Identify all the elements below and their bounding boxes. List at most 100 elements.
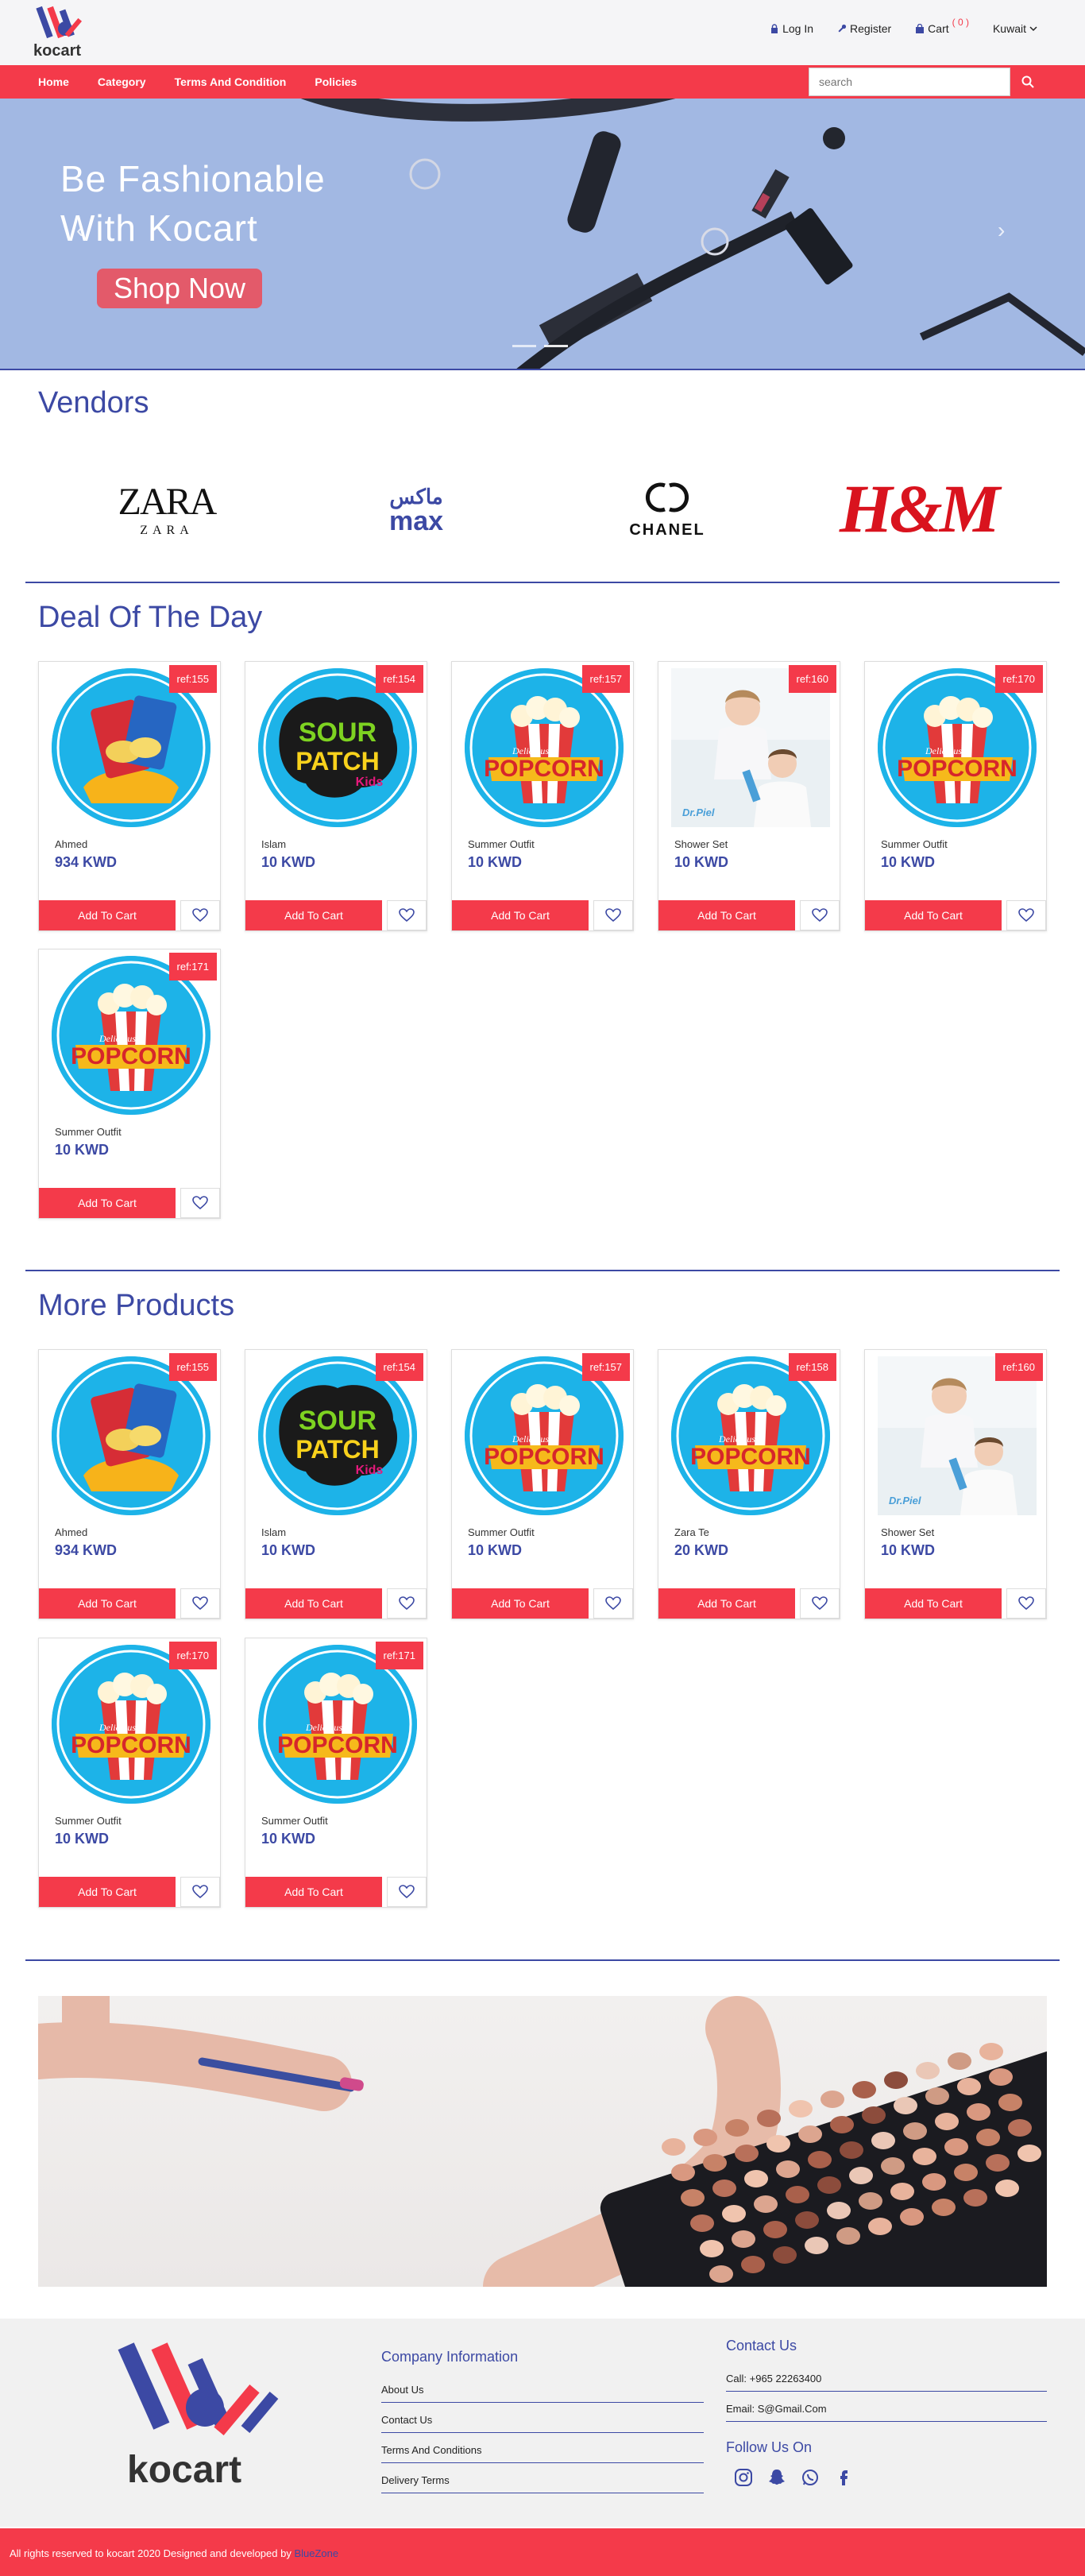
product-card[interactable]: POPCORN Delicious ref:158 Zara Te 20 KWD Add … — [658, 1349, 840, 1619]
vendor-hm[interactable]: H&M — [831, 461, 1006, 556]
product-card[interactable]: POPCORN Delicious ref:157 Summer Outfit 10 K… — [451, 1349, 634, 1619]
wishlist-button[interactable] — [593, 1588, 633, 1619]
product-name[interactable]: Zara Te — [674, 1526, 709, 1538]
kocart-logo[interactable]: kocart — [25, 3, 102, 60]
footer-link-terms[interactable]: Terms And Conditions — [381, 2444, 704, 2463]
add-to-cart-button[interactable]: Add To Cart — [865, 1588, 1002, 1619]
lock-icon — [771, 24, 778, 33]
carousel-next-arrow[interactable]: › — [998, 218, 1005, 243]
product-name[interactable]: Islam — [261, 1526, 286, 1538]
nav-item-terms[interactable]: Terms And Condition — [175, 75, 287, 88]
product-card[interactable]: ref:155 Ahmed 934 KWD Add To Cart — [38, 1349, 221, 1619]
product-card[interactable]: Dr.Piel ref:160 Shower Set 10 KWD Add To Car… — [864, 1349, 1047, 1619]
country-dropdown[interactable]: Kuwait — [993, 22, 1037, 35]
product-name[interactable]: Summer Outfit — [468, 838, 535, 850]
product-card[interactable]: POPCORN Delicious ref:170 Summer Outfit 10 K… — [38, 1638, 221, 1908]
product-price: 10 KWD — [468, 854, 523, 870]
product-name[interactable]: Summer Outfit — [55, 1126, 122, 1138]
register-link[interactable]: Register — [837, 22, 891, 35]
add-to-cart-button[interactable]: Add To Cart — [452, 1588, 589, 1619]
vendor-chanel-label: CHANEL — [629, 521, 705, 539]
product-card[interactable]: POPCORN Delicious ref:171 Summer Outfit 10 K… — [245, 1638, 427, 1908]
shop-now-button[interactable]: Shop Now — [97, 269, 262, 308]
svg-text:Delicious: Delicious — [512, 745, 549, 756]
nav-item-policies[interactable]: Policies — [315, 75, 357, 88]
product-price: 10 KWD — [674, 854, 729, 870]
add-to-cart-button[interactable]: Add To Cart — [658, 900, 795, 930]
whatsapp-icon[interactable] — [801, 2468, 820, 2487]
product-card[interactable]: POPCORN Delicious ref:171 Summer Outfit 10 K… — [38, 949, 221, 1219]
add-to-cart-button[interactable]: Add To Cart — [39, 1588, 176, 1619]
search-input[interactable] — [809, 68, 1010, 96]
wishlist-button[interactable] — [180, 1588, 220, 1619]
kocart-footer-logo[interactable]: kocart — [111, 2334, 286, 2493]
add-to-cart-button[interactable]: Add To Cart — [865, 900, 1002, 930]
footer-brand-text: kocart — [127, 2449, 241, 2491]
footer-phone[interactable]: Call: +965 22263400 — [726, 2373, 1047, 2392]
chevron-down-icon — [1029, 26, 1037, 32]
instagram-icon[interactable] — [734, 2468, 753, 2487]
add-to-cart-button[interactable]: Add To Cart — [452, 900, 589, 930]
product-ref-badge: ref:155 — [168, 665, 217, 693]
product-card[interactable]: ref:155 Ahmed 934 KWD Add To Cart — [38, 661, 221, 931]
product-price: 934 KWD — [55, 1542, 118, 1558]
product-name[interactable]: Shower Set — [881, 1526, 934, 1538]
product-name[interactable]: Islam — [261, 838, 286, 850]
wishlist-button[interactable] — [180, 1188, 220, 1218]
product-card[interactable]: SOUR PATCH Kids ref:154 Islam 10 KWD Add To Ca… — [245, 1349, 427, 1619]
add-to-cart-button[interactable]: Add To Cart — [39, 900, 176, 930]
add-to-cart-button[interactable]: Add To Cart — [39, 1188, 176, 1218]
facebook-icon[interactable] — [834, 2468, 853, 2487]
footer-link-delivery[interactable]: Delivery Terms — [381, 2474, 704, 2493]
nav-item-home[interactable]: Home — [38, 75, 69, 88]
product-card[interactable]: Dr.Piel ref:160 Shower Set 10 KWD Add To Car… — [658, 661, 840, 931]
wishlist-button[interactable] — [180, 900, 220, 930]
vendor-max-label: max — [388, 505, 444, 536]
vendor-chanel[interactable]: CHANEL — [580, 461, 755, 556]
product-name[interactable]: Summer Outfit — [468, 1526, 535, 1538]
wishlist-button[interactable] — [800, 900, 840, 930]
product-price: 10 KWD — [881, 1542, 936, 1558]
wishlist-button[interactable] — [387, 1588, 427, 1619]
wishlist-button[interactable] — [800, 1588, 840, 1619]
product-name[interactable]: Summer Outfit — [55, 1815, 122, 1827]
wishlist-button[interactable] — [1006, 900, 1046, 930]
login-link[interactable]: Log In — [770, 22, 813, 35]
add-to-cart-button[interactable]: Add To Cart — [245, 1588, 382, 1619]
snapchat-icon[interactable] — [767, 2468, 786, 2487]
cart-label: Cart — [928, 22, 949, 35]
product-card[interactable]: SOUR PATCH Kids ref:154 Islam 10 KWD Add To Ca… — [245, 661, 427, 931]
wishlist-button[interactable] — [1006, 1588, 1046, 1619]
footer-link-contact[interactable]: Contact Us — [381, 2414, 704, 2433]
carousel-prev-arrow[interactable]: ‹ — [76, 218, 83, 243]
product-name[interactable]: Summer Outfit — [261, 1815, 328, 1827]
wishlist-button[interactable] — [387, 1877, 427, 1907]
makeup-promo-banner[interactable] — [38, 1996, 1047, 2287]
site-footer: kocart Company Information About Us Cont… — [0, 2319, 1085, 2527]
product-card[interactable]: POPCORN Delicious ref:170 Summer Outfit 10 K… — [864, 661, 1047, 931]
search-button[interactable] — [1014, 70, 1042, 94]
cart-link[interactable]: Cart ( 0 ) — [915, 17, 969, 35]
product-name[interactable]: Ahmed — [55, 838, 87, 850]
vendor-max[interactable]: ماكس max — [329, 461, 504, 556]
add-to-cart-button[interactable]: Add To Cart — [245, 1877, 382, 1907]
footer-link-about[interactable]: About Us — [381, 2384, 704, 2403]
wishlist-button[interactable] — [593, 900, 633, 930]
product-price: 10 KWD — [261, 1831, 316, 1847]
makeup-palette-illustration — [38, 1996, 1047, 2287]
add-to-cart-button[interactable]: Add To Cart — [245, 900, 382, 930]
add-to-cart-button[interactable]: Add To Cart — [658, 1588, 795, 1619]
add-to-cart-button[interactable]: Add To Cart — [39, 1877, 176, 1907]
wishlist-button[interactable] — [180, 1877, 220, 1907]
product-name[interactable]: Shower Set — [674, 838, 728, 850]
developer-link[interactable]: BlueZone — [294, 2547, 338, 2559]
wishlist-button[interactable] — [387, 900, 427, 930]
product-name[interactable]: Ahmed — [55, 1526, 87, 1538]
product-name[interactable]: Summer Outfit — [881, 838, 948, 850]
nav-item-category[interactable]: Category — [98, 75, 146, 88]
footer-email[interactable]: Email: S@Gmail.Com — [726, 2403, 1047, 2422]
vendor-zara[interactable]: ZARA ZARA — [79, 461, 254, 556]
svg-text:POPCORN: POPCORN — [484, 756, 604, 782]
product-price: 10 KWD — [261, 1542, 316, 1558]
product-card[interactable]: POPCORN Delicious ref:157 Summer Outfit 10 K… — [451, 661, 634, 931]
